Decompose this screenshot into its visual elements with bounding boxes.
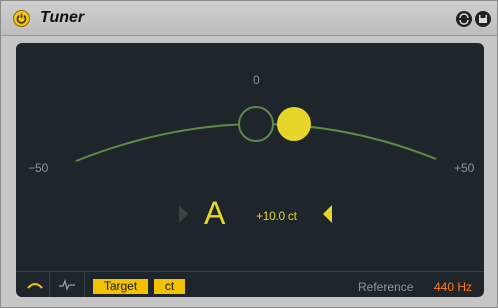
tuner-device: Tuner 0 −50 +50 A +10.0 ct Target ct Ref…: [0, 0, 498, 308]
scale-center-label: 0: [253, 73, 260, 87]
save-icon[interactable]: [475, 11, 491, 27]
flat-arrow-icon: [179, 205, 188, 223]
tuner-display: 0 −50 +50 A +10.0 ct Target ct Reference…: [16, 43, 484, 297]
reference-label: Reference: [358, 280, 414, 294]
cents-readout: +10.0 ct: [256, 209, 297, 223]
pitch-indicator: [277, 107, 311, 141]
strobe-view-icon[interactable]: [56, 276, 78, 294]
power-icon[interactable]: [13, 10, 30, 27]
classic-view-icon[interactable]: [24, 276, 46, 294]
scale-min-label: −50: [28, 161, 49, 175]
target-button[interactable]: Target: [93, 279, 148, 294]
device-titlebar: Tuner: [1, 1, 497, 36]
divider: [49, 272, 50, 297]
tuner-meter: [75, 106, 437, 162]
divider: [84, 272, 85, 297]
bottom-bar: Target ct Reference 440 Hz: [16, 271, 484, 297]
reference-value[interactable]: 440 Hz: [434, 280, 472, 294]
sharp-arrow-icon: [323, 205, 332, 223]
hot-swap-icon[interactable]: [456, 11, 472, 27]
note-name: A: [204, 195, 226, 231]
device-title: Tuner: [40, 9, 85, 26]
reference-circle: [238, 106, 274, 142]
scale-max-label: +50: [454, 161, 475, 175]
cents-unit-button[interactable]: ct: [154, 279, 185, 294]
